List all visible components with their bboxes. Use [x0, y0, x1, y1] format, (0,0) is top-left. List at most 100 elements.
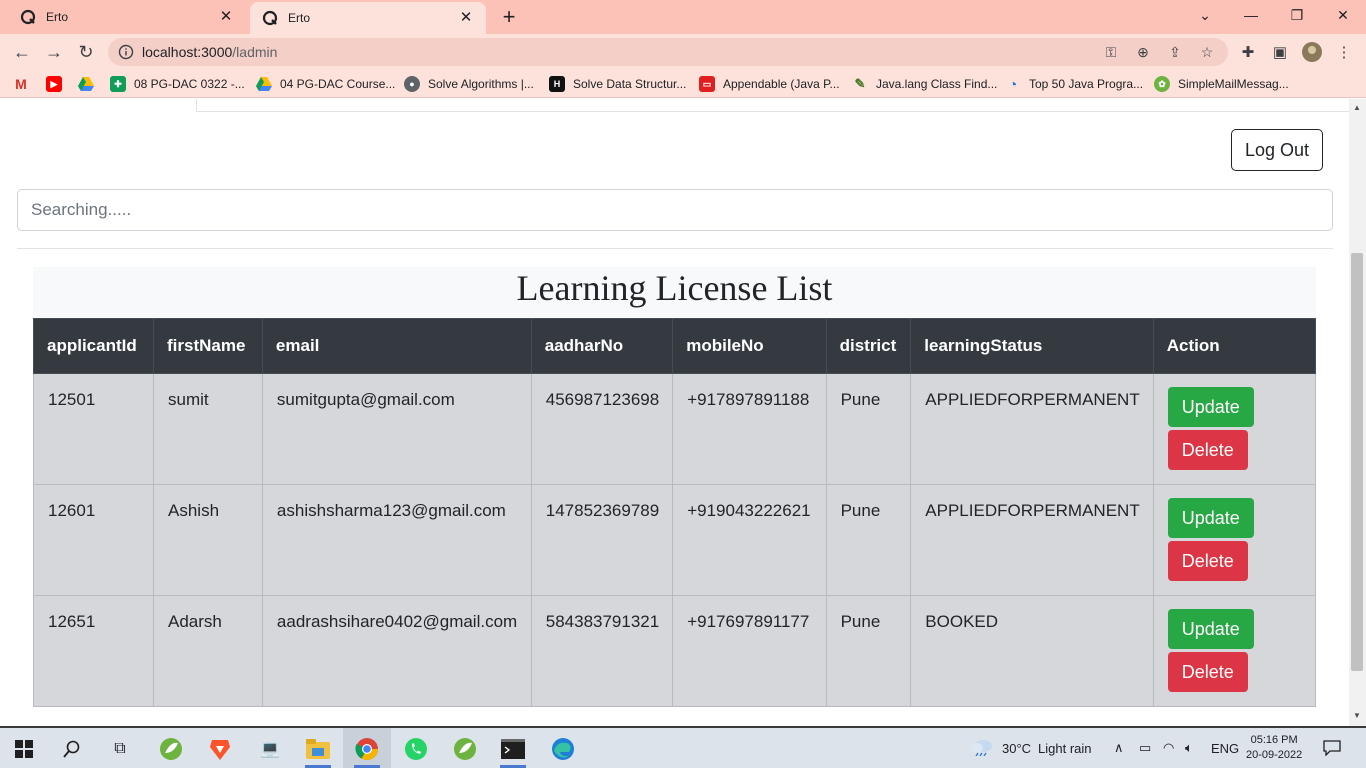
update-button[interactable]: Update	[1167, 609, 1254, 649]
browser-tab-2[interactable]: Erto ✕	[250, 2, 486, 34]
password-key-icon[interactable]: ⚿	[1102, 43, 1120, 61]
weather-widget[interactable]: 30°C Light rain	[970, 728, 1092, 768]
laptop-app-icon[interactable]: 💻	[257, 736, 283, 762]
bookmark-label: 08 PG-DAC 0322 -...	[134, 77, 245, 91]
extensions-puzzle-icon[interactable]: ✚	[1238, 42, 1258, 62]
site-favicon-icon	[20, 9, 36, 25]
new-tab-button[interactable]: +	[498, 6, 520, 28]
cell-first-name: sumit	[153, 373, 263, 485]
update-button[interactable]: Update	[1167, 387, 1254, 427]
address-bar[interactable]: localhost:3000/ladmin ⚿ ⊕ ⇪ ☆	[108, 38, 1228, 66]
show-hidden-icons-chevron-icon[interactable]: ∧	[1114, 728, 1124, 768]
zoom-icon[interactable]: ⊕	[1134, 43, 1152, 61]
edureka-icon: ◔	[1008, 76, 1018, 92]
bookmark-java-lang[interactable]: ✎ Java.lang Class Find...	[852, 76, 998, 92]
edge-icon[interactable]	[550, 736, 576, 762]
side-panel-icon[interactable]: ▣	[1270, 42, 1290, 62]
search-input[interactable]: Searching.....	[17, 189, 1333, 231]
bookmark-drive[interactable]	[78, 76, 102, 92]
minimize-icon[interactable]: —	[1228, 0, 1274, 30]
bookmark-solve-ds[interactable]: H Solve Data Structur...	[549, 76, 686, 92]
bookmark-label: Solve Data Structur...	[573, 77, 687, 91]
bookmark-pgdac-sheet[interactable]: ✚ 08 PG-DAC 0322 -...	[110, 76, 245, 92]
brave-icon[interactable]	[207, 736, 233, 762]
cell-first-name: Ashish	[153, 484, 263, 596]
bookmark-youtube[interactable]: ▶	[46, 76, 70, 92]
delete-button[interactable]: Delete	[1167, 652, 1248, 692]
reload-icon[interactable]: ↻	[74, 40, 98, 64]
tab-title: Erto	[288, 11, 311, 25]
site-info-icon[interactable]	[118, 44, 134, 60]
windows-start-icon[interactable]	[11, 736, 37, 762]
browser-tab-1[interactable]: Erto ✕	[8, 0, 246, 34]
bookmark-pgdac-course[interactable]: 04 PG-DAC Course...	[256, 76, 395, 92]
bookmark-top50-java[interactable]: ◔ Top 50 Java Progra...	[1005, 76, 1143, 92]
spring-icon: ✿	[1154, 76, 1170, 92]
share-icon[interactable]: ⇪	[1166, 43, 1184, 61]
cell-first-name: Adarsh	[153, 595, 263, 707]
scroll-up-icon[interactable]: ▲	[1353, 103, 1361, 112]
notifications-icon[interactable]	[1323, 728, 1341, 768]
task-view-icon[interactable]: ⧉	[107, 736, 133, 762]
url-text: localhost:3000/ladmin	[142, 44, 277, 60]
weather-cloud-icon	[970, 738, 994, 759]
globe-icon: ●	[404, 76, 420, 92]
bookmarks-bar: M ▶ ✚ 08 PG-DAC 0322 -... 04 PG-DAC Cours…	[0, 70, 1366, 98]
spring-tool-suite-icon[interactable]	[158, 736, 184, 762]
bookmark-simplemail[interactable]: ✿ SimpleMailMessag...	[1154, 76, 1289, 92]
sheets-icon: ✚	[110, 76, 126, 92]
delete-button[interactable]: Delete	[1167, 430, 1248, 470]
profile-avatar[interactable]	[1302, 42, 1322, 62]
search-icon[interactable]	[59, 736, 85, 762]
delete-button[interactable]: Delete	[1167, 541, 1248, 581]
file-explorer-icon[interactable]	[305, 736, 331, 762]
browser-tab-bar: Erto ✕ Erto ✕ + ⌄ — ❐ ✕	[0, 0, 1366, 34]
tab-search-chevron-icon[interactable]: ⌄	[1182, 0, 1228, 30]
bookmark-appendable[interactable]: ▭ Appendable (Java P...	[699, 76, 840, 92]
volume-icon[interactable]: 🔈︎	[1185, 728, 1193, 768]
update-button[interactable]: Update	[1167, 498, 1254, 538]
clock[interactable]: 05:16 PM 20-09-2022	[1246, 728, 1302, 768]
drive-icon	[256, 76, 272, 92]
back-arrow-icon[interactable]: ←	[10, 40, 34, 64]
cell-applicant-id: 12601	[33, 484, 154, 596]
hackerrank-icon: H	[549, 76, 565, 92]
chrome-icon[interactable]	[354, 736, 380, 762]
page-content: Log Out Searching..... Learning License …	[0, 99, 1349, 726]
cell-applicant-id: 12501	[33, 373, 154, 485]
window-close-icon[interactable]: ✕	[1320, 0, 1366, 30]
bookmark-gmail[interactable]: M	[13, 76, 37, 92]
spring-tool-suite-icon[interactable]	[452, 736, 478, 762]
weather-desc: Light rain	[1038, 740, 1092, 756]
bookmark-label: 04 PG-DAC Course...	[280, 77, 396, 91]
clock-time: 05:16 PM	[1250, 734, 1298, 746]
tab-close-icon[interactable]: ✕	[458, 10, 474, 26]
scrollbar-thumb[interactable]	[1351, 253, 1363, 671]
column-header: learningStatus	[910, 318, 1154, 374]
cell-learning-status: APPLIEDFORPERMANENT	[910, 484, 1154, 596]
battery-icon[interactable]: ▭	[1139, 728, 1151, 768]
bookmark-label: Top 50 Java Progra...	[1029, 77, 1144, 91]
table-row: 12651 Adarsh aadrashsihare0402@gmail.com…	[33, 595, 1317, 707]
column-header: firstName	[153, 318, 263, 374]
whatsapp-icon[interactable]	[403, 736, 429, 762]
terminal-icon[interactable]	[500, 736, 526, 762]
cell-actions: Update Delete	[1152, 373, 1317, 485]
cell-aadhar: 456987123698	[530, 373, 674, 485]
bookmark-star-icon[interactable]: ☆	[1198, 43, 1216, 61]
scroll-down-icon[interactable]: ▼	[1353, 711, 1361, 720]
bookmark-solve-algorithms[interactable]: ● Solve Algorithms |...	[404, 76, 534, 92]
tab-close-icon[interactable]: ✕	[218, 9, 234, 25]
chrome-menu-icon[interactable]: ⋮	[1334, 42, 1354, 62]
forward-arrow-icon[interactable]: →	[42, 40, 66, 64]
gmail-icon: M	[15, 76, 27, 92]
restore-icon[interactable]: ❐	[1274, 0, 1320, 30]
bookmark-label: Appendable (Java P...	[723, 77, 840, 91]
cell-email: sumitgupta@gmail.com	[261, 373, 532, 485]
bookmark-label: Java.lang Class Find...	[876, 77, 998, 91]
logout-button[interactable]: Log Out	[1231, 129, 1323, 171]
cell-mobile: +917897891188	[672, 373, 827, 485]
wifi-icon[interactable]: ◠	[1163, 728, 1174, 768]
page-scrollbar[interactable]: ▲ ▼	[1349, 99, 1366, 726]
language-indicator[interactable]: ENG	[1211, 728, 1239, 768]
